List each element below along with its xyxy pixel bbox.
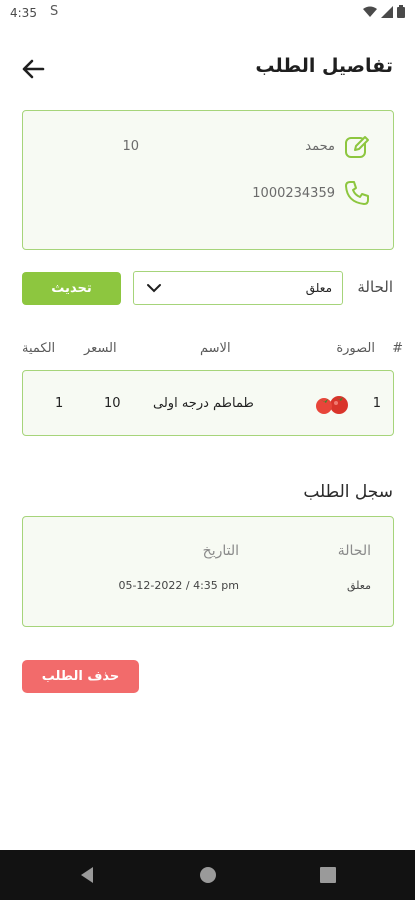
column-header-quantity: الكمية — [22, 341, 56, 356]
product-name: طماطم درجه اولى — [153, 396, 254, 411]
nav-recents-icon[interactable] — [318, 865, 338, 885]
chevron-down-icon — [147, 284, 161, 293]
nav-home-icon[interactable] — [198, 865, 218, 885]
status-dropdown[interactable]: معلق — [133, 271, 343, 305]
sync-status-icon: S — [50, 4, 59, 19]
nav-back-icon[interactable] — [78, 865, 98, 885]
phone-icon[interactable] — [343, 179, 371, 207]
row-number: 1 — [372, 396, 381, 411]
table-row: 1 طماطم درجه اولى 10 1 — [22, 370, 394, 436]
column-header-name: الاسم — [200, 341, 231, 356]
battery-icon — [397, 5, 405, 18]
log-entry-status: معلق — [346, 579, 371, 592]
arrow-left-icon — [22, 59, 45, 79]
status-selected-value: معلق — [305, 281, 332, 295]
back-button[interactable] — [18, 55, 48, 83]
customer-name: محمد — [305, 139, 335, 154]
product-price: 10 — [104, 396, 121, 411]
status-bar-time: 4:35 — [10, 6, 37, 20]
wifi-icon — [363, 6, 377, 17]
delete-order-button[interactable]: حذف الطلب — [22, 660, 139, 693]
customer-phone: 1000234359 — [252, 186, 335, 201]
signal-icon — [381, 5, 393, 18]
customer-value: 10 — [122, 139, 139, 154]
log-entry-date: 05-12-2022 / 4:35 pm — [118, 579, 239, 592]
column-header-image: الصورة — [336, 341, 375, 356]
system-navigation-bar — [0, 850, 415, 900]
log-header-date: التاريخ — [202, 543, 239, 559]
tomato-image-icon — [316, 396, 348, 414]
page-title: تفاصيل الطلب — [255, 55, 393, 77]
column-header-number: # — [392, 341, 403, 356]
status-bar-icons — [363, 5, 405, 18]
log-header-status: الحالة — [337, 543, 371, 559]
order-log-card: الحالة التاريخ معلق 05-12-2022 / 4:35 pm — [22, 516, 394, 627]
product-quantity: 1 — [55, 396, 64, 411]
order-log-title: سجل الطلب — [303, 482, 393, 502]
status-label: الحالة — [357, 278, 393, 296]
customer-info-card: محمد 10 1000234359 — [22, 110, 394, 250]
column-header-price: السعر — [84, 341, 117, 356]
edit-icon[interactable] — [343, 133, 371, 161]
update-button[interactable]: تحديث — [22, 272, 121, 305]
